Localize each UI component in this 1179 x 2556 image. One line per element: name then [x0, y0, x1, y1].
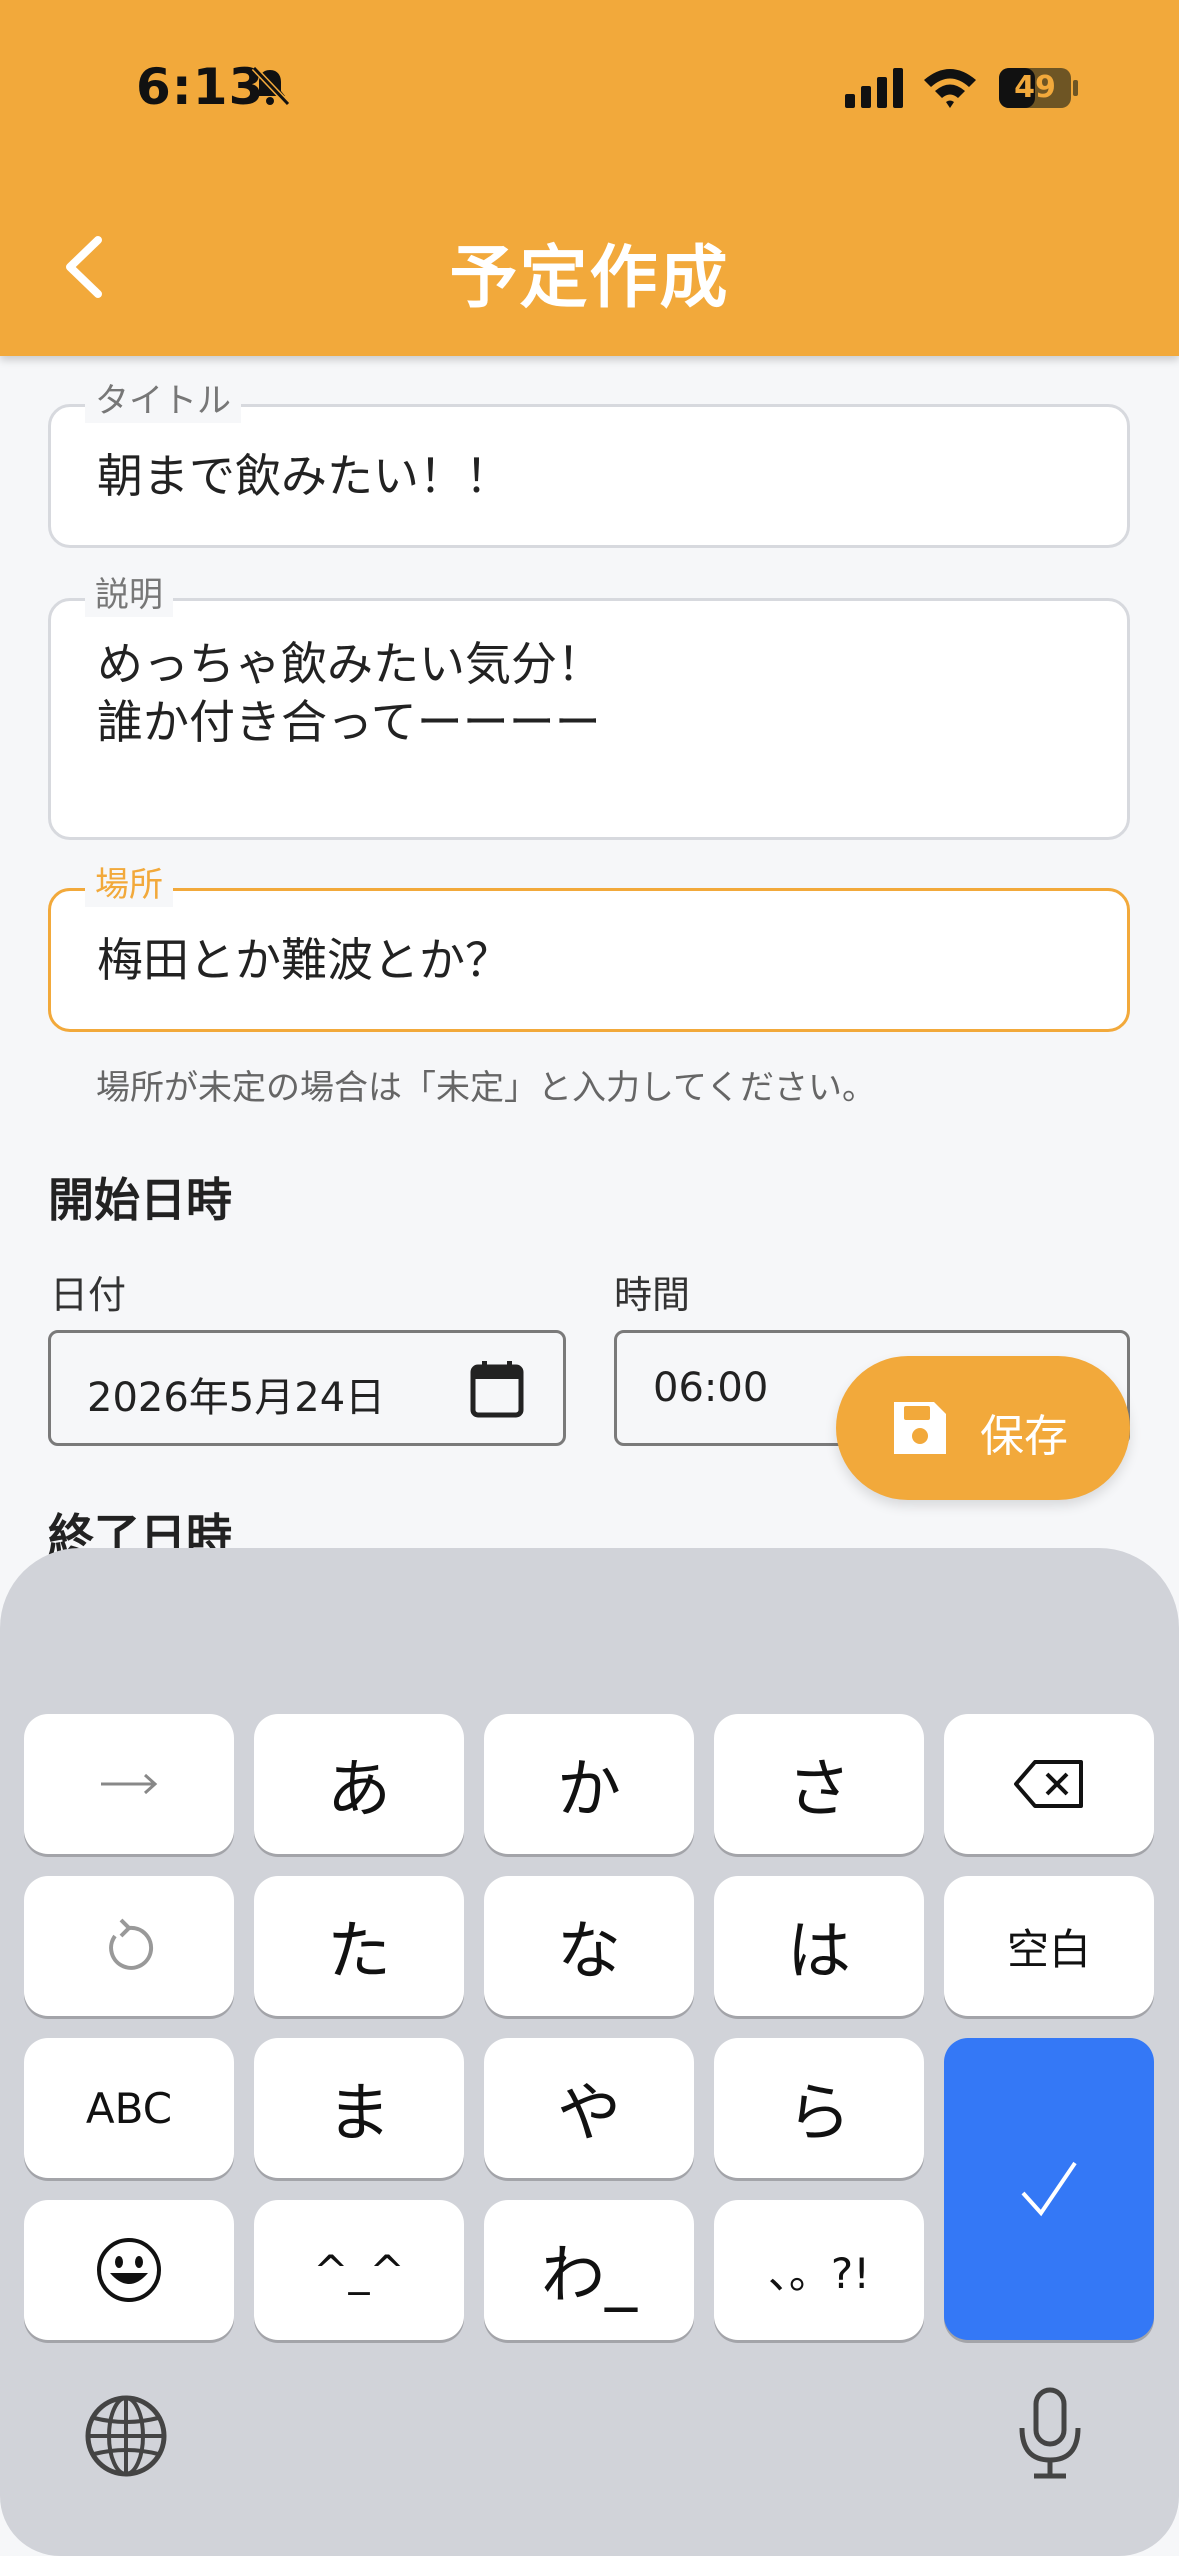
japanese-keyboard: あ か さ た な は 空白 ABC ま や ら ^_^ わ_ 、。?! — [0, 1548, 1179, 2556]
description-field[interactable]: 説明 めっちゃ飲みたい気分！ 誰か付き合ってーーーー — [48, 573, 1130, 840]
page-title: 予定作成 — [449, 239, 730, 318]
app-header: 6:13 49 予定作成 — [0, 0, 1179, 356]
save-disk-icon — [894, 1402, 946, 1454]
description-field-label: 説明 — [85, 573, 173, 617]
key-space[interactable]: 空白 — [944, 1876, 1154, 2016]
location-helper-text: 場所が未定の場合は「未定」と入力してください。 — [96, 1068, 876, 1108]
key-emoji[interactable] — [24, 2200, 234, 2340]
key-ha[interactable]: は — [714, 1876, 924, 2016]
start-date-value: 2026年5月24日 — [87, 1375, 386, 1421]
start-datetime-heading: 開始日時 — [48, 1173, 232, 1227]
undo-icon — [109, 1918, 154, 1970]
microphone-icon[interactable] — [1014, 2386, 1086, 2482]
battery-icon: 49 — [998, 66, 1080, 110]
location-field[interactable]: 場所 梅田とか難波とか？ — [48, 863, 1130, 1032]
backspace-icon — [1014, 1760, 1083, 1808]
calendar-icon[interactable] — [469, 1359, 525, 1419]
key-backspace[interactable] — [944, 1714, 1154, 1854]
status-time: 6:13 — [136, 58, 265, 116]
key-arrow[interactable] — [24, 1714, 234, 1854]
key-ma[interactable]: ま — [254, 2038, 464, 2178]
title-field-label: タイトル — [85, 379, 241, 423]
key-kaomoji[interactable]: ^_^ — [254, 2200, 464, 2340]
key-punctuation[interactable]: 、。?! — [714, 2200, 924, 2340]
start-time-label: 時間 — [614, 1273, 691, 1317]
start-date-picker[interactable]: 2026年5月24日 — [48, 1330, 566, 1446]
location-field-value: 梅田とか難波とか？ — [97, 933, 511, 987]
cellular-signal-icon — [845, 68, 903, 108]
right-arrow-icon — [101, 1773, 158, 1795]
location-field-label: 場所 — [85, 863, 173, 907]
silent-bell-icon — [251, 65, 291, 107]
key-ta[interactable]: た — [254, 1876, 464, 2016]
save-button[interactable]: 保存 — [836, 1356, 1130, 1500]
globe-icon[interactable] — [84, 2394, 168, 2478]
checkmark-icon — [1021, 2161, 1077, 2217]
title-field-value: 朝まで飲みたい！！ — [97, 449, 511, 503]
key-ya[interactable]: や — [484, 2038, 694, 2178]
start-time-value: 06:00 — [653, 1365, 769, 1411]
key-na[interactable]: な — [484, 1876, 694, 2016]
battery-level: 49 — [1014, 70, 1056, 105]
key-wa[interactable]: わ_ — [484, 2200, 694, 2340]
start-date-label: 日付 — [50, 1273, 127, 1317]
title-field[interactable]: タイトル 朝まで飲みたい！！ — [48, 379, 1130, 548]
key-ka[interactable]: か — [484, 1714, 694, 1854]
key-undo[interactable] — [24, 1876, 234, 2016]
key-a[interactable]: あ — [254, 1714, 464, 1854]
emoji-icon — [97, 2238, 161, 2302]
save-button-label: 保存 — [980, 1411, 1068, 1462]
description-field-value: めっちゃ飲みたい気分！ 誰か付き合ってーーーー — [97, 637, 603, 749]
wifi-icon — [924, 69, 976, 108]
key-confirm[interactable] — [944, 2038, 1154, 2340]
key-ra[interactable]: ら — [714, 2038, 924, 2178]
key-sa[interactable]: さ — [714, 1714, 924, 1854]
key-abc[interactable]: ABC — [24, 2038, 234, 2178]
